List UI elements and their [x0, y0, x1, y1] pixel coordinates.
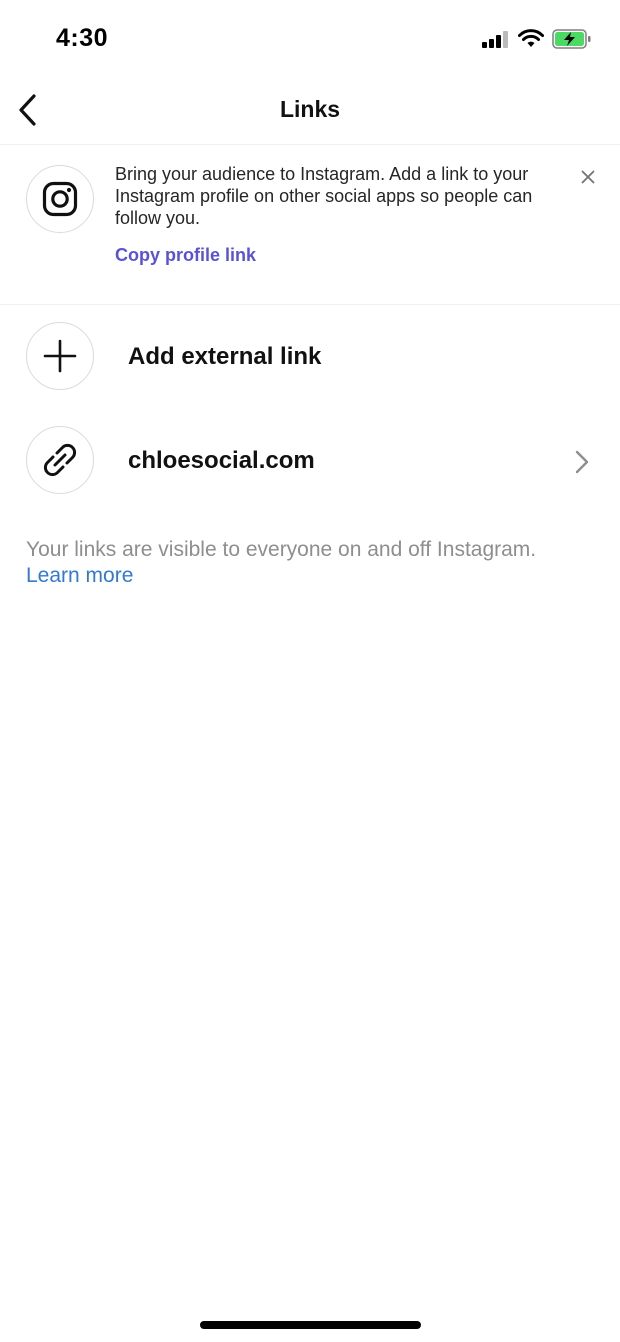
page-title: Links — [279, 96, 341, 122]
copy-profile-link-button[interactable]: Copy profile link — [115, 245, 256, 266]
status-time: 4:30 — [56, 24, 109, 52]
visibility-note: Your links are visible to everyone on an… — [26, 537, 606, 589]
home-indicator[interactable] — [200, 1321, 421, 1329]
close-icon — [581, 170, 595, 184]
link-icon-circle — [26, 426, 94, 494]
link-icon — [43, 443, 77, 477]
link-item-label: chloesocial.com — [128, 447, 315, 474]
status-bar: 4:30 — [0, 0, 620, 80]
nav-header: Links — [0, 78, 620, 145]
instagram-logo-circle — [26, 165, 94, 233]
learn-more-link[interactable]: Learn more — [26, 563, 606, 589]
cellular-signal-icon — [482, 31, 508, 48]
chevron-right-icon — [575, 450, 589, 474]
promo-text: Bring your audience to Instagram. Add a … — [115, 164, 533, 228]
battery-charging-icon — [552, 29, 591, 49]
add-icon-circle — [26, 322, 94, 390]
link-item[interactable]: chloesocial.com — [0, 416, 620, 506]
plus-icon — [43, 339, 77, 373]
status-icons — [482, 27, 592, 51]
add-external-link-label: Add external link — [128, 343, 322, 370]
wifi-icon — [518, 29, 544, 47]
close-button[interactable] — [578, 167, 598, 187]
instagram-logo-icon — [42, 181, 78, 217]
add-external-link-button[interactable]: Add external link — [0, 312, 620, 402]
visibility-note-text: Your links are visible to everyone on an… — [26, 538, 537, 561]
promo-banner: Bring your audience to Instagram. Add a … — [0, 145, 620, 305]
